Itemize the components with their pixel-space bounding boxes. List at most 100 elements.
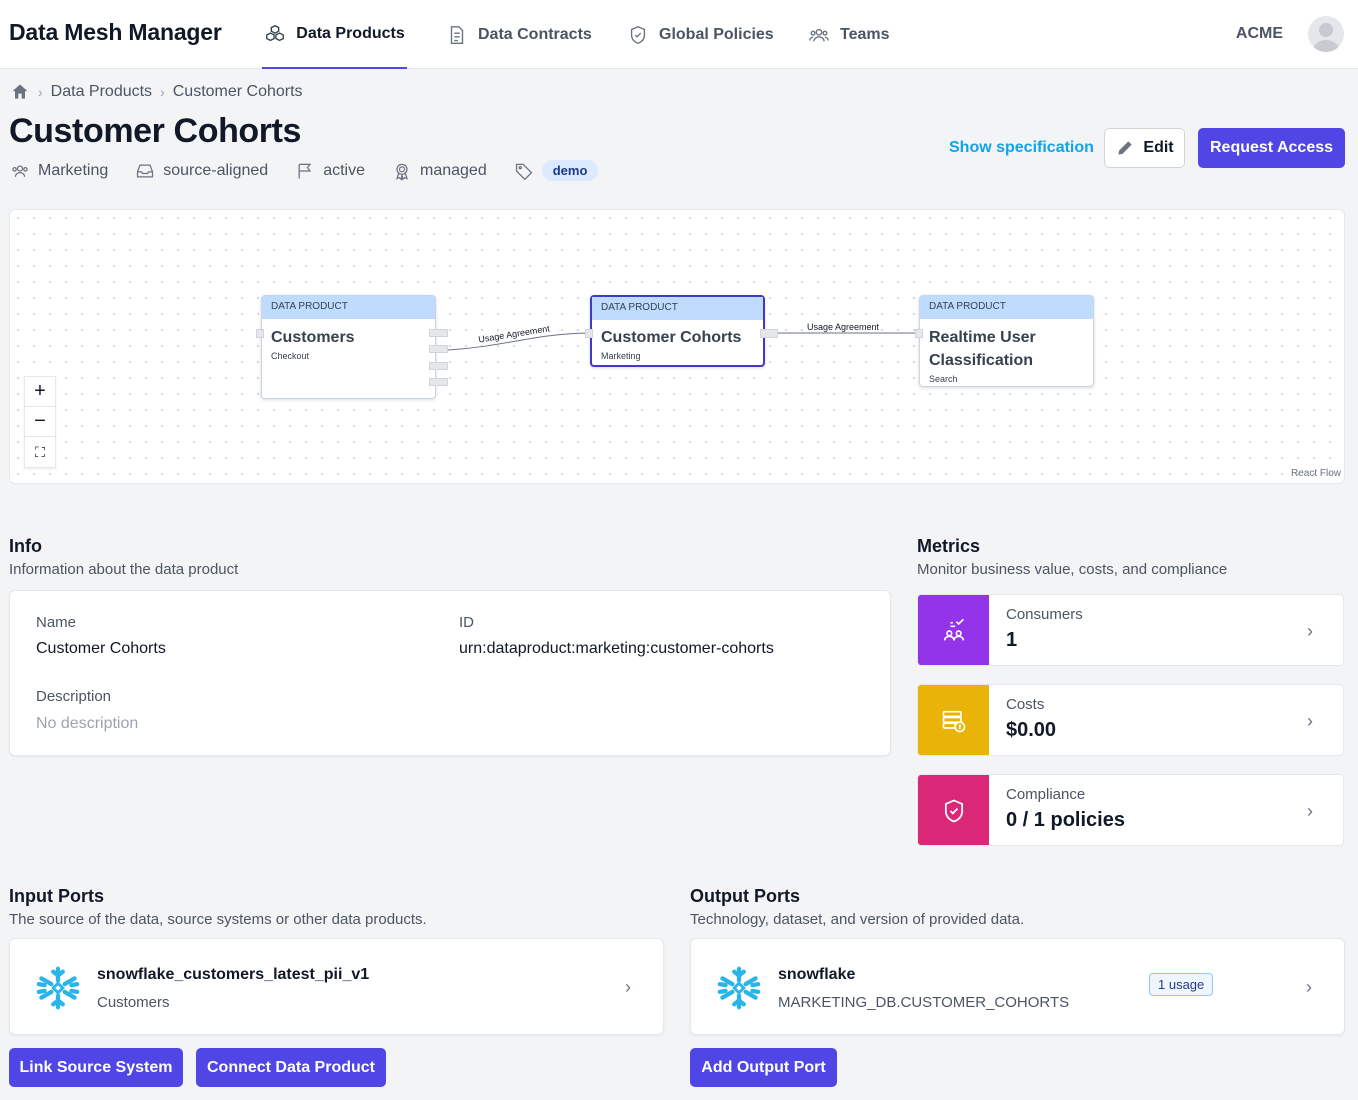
user-avatar-icon xyxy=(1312,23,1340,52)
input-ports-subtitle: The source of the data, source systems o… xyxy=(9,911,427,928)
top-nav: Data Mesh Manager Data Products Data Con… xyxy=(0,0,1358,69)
consumers-icon xyxy=(918,595,989,665)
app-title[interactable]: Data Mesh Manager xyxy=(9,19,222,46)
node-title: Customers xyxy=(271,329,355,346)
metric-label: Compliance xyxy=(1006,786,1086,803)
pencil-icon xyxy=(1118,141,1133,155)
page-title: Customer Cohorts xyxy=(9,112,302,150)
chevron-right-icon: › xyxy=(160,84,165,100)
type-tag: source-aligned xyxy=(135,161,268,181)
info-card: Name Customer Cohorts ID urn:dataproduct… xyxy=(9,590,891,756)
inbox-icon xyxy=(137,164,154,177)
id-label: ID xyxy=(459,614,474,631)
metric-consumers[interactable]: Consumers 1 › xyxy=(917,594,1344,666)
tag-row: Marketing source-aligned active managed … xyxy=(10,160,625,181)
badge-icon xyxy=(396,163,408,181)
fit-view-button[interactable]: ⛶ xyxy=(25,437,55,467)
output-port-card[interactable]: snowflake MARKETING_DB.CUSTOMER_COHORTS … xyxy=(690,938,1345,1035)
request-access-button[interactable]: Request Access xyxy=(1198,128,1345,168)
input-port-card[interactable]: snowflake_customers_latest_pii_v1 Custom… xyxy=(9,938,664,1035)
metric-compliance[interactable]: Compliance 0 / 1 policies › xyxy=(917,774,1344,846)
node-handle[interactable] xyxy=(429,362,448,370)
shield-icon xyxy=(630,25,646,44)
home-icon[interactable] xyxy=(10,82,30,102)
metric-label: Consumers xyxy=(1006,606,1083,623)
breadcrumb-data-products[interactable]: Data Products xyxy=(51,83,152,101)
node-type: DATA PRODUCT xyxy=(262,296,435,319)
tab-data-contracts[interactable]: Data Contracts xyxy=(446,0,592,69)
org-name[interactable]: ACME xyxy=(1236,25,1283,43)
breadcrumb: › Data Products › Customer Cohorts xyxy=(10,82,303,102)
metric-value: 1 xyxy=(1006,629,1018,651)
node-type: DATA PRODUCT xyxy=(920,296,1093,319)
avatar[interactable] xyxy=(1308,16,1344,52)
snowflake-icon xyxy=(717,966,761,1010)
node-handle[interactable] xyxy=(915,329,923,338)
cubes-icon xyxy=(266,24,285,41)
compliance-shield-icon xyxy=(918,775,989,845)
usage-badge[interactable]: 1 usage xyxy=(1149,973,1214,996)
connect-data-product-button[interactable]: Connect Data Product xyxy=(196,1048,386,1087)
zoom-out-button[interactable]: − xyxy=(25,407,55,437)
flow-node-selected[interactable]: DATA PRODUCT Customer Cohorts Marketing xyxy=(590,295,765,367)
edit-button-label: Edit xyxy=(1143,139,1174,156)
metric-value: 0 / 1 policies xyxy=(1006,809,1125,831)
tab-data-products[interactable]: Data Products xyxy=(262,0,407,69)
tab-teams[interactable]: Teams xyxy=(808,0,890,69)
tab-label: Global Policies xyxy=(659,25,774,43)
node-handle[interactable] xyxy=(760,329,778,338)
chevron-right-icon: › xyxy=(625,977,631,997)
node-title: Customer Cohorts xyxy=(601,329,742,346)
flag-icon xyxy=(298,163,312,178)
name-value: Customer Cohorts xyxy=(36,640,166,657)
node-handle[interactable] xyxy=(429,329,448,337)
team-tag[interactable]: Marketing xyxy=(10,161,108,181)
chevron-right-icon: › xyxy=(1307,711,1313,731)
node-handle[interactable] xyxy=(429,345,448,353)
type-tag-label: source-aligned xyxy=(163,161,269,179)
metrics-subtitle: Monitor business value, costs, and compl… xyxy=(917,561,1228,578)
zoom-controls: + − ⛶ xyxy=(24,376,56,468)
label-tag: demo xyxy=(514,160,599,181)
info-title: Info xyxy=(9,536,42,556)
users-icon xyxy=(12,164,28,177)
zoom-in-button[interactable]: + xyxy=(25,377,55,407)
tab-global-policies[interactable]: Global Policies xyxy=(627,0,774,69)
add-output-port-button[interactable]: Add Output Port xyxy=(690,1048,837,1087)
edit-button[interactable]: Edit xyxy=(1104,128,1185,168)
edge-label[interactable]: Usage Agreement xyxy=(807,322,880,332)
team-tag-label: Marketing xyxy=(38,161,109,179)
node-handle[interactable] xyxy=(585,329,593,338)
tag-icon xyxy=(515,163,533,180)
description-label: Description xyxy=(36,688,112,705)
metrics-title: Metrics xyxy=(917,536,981,556)
metric-costs[interactable]: Costs $0.00 › xyxy=(917,684,1344,756)
output-ports-subtitle: Technology, dataset, and version of prov… xyxy=(690,911,1025,928)
lineage-graph[interactable]: Usage Agreement Usage Agreement DATA PRO… xyxy=(9,209,1345,484)
demo-pill[interactable]: demo xyxy=(541,160,599,181)
costs-icon xyxy=(918,685,989,755)
port-subtitle: MARKETING_DB.CUSTOMER_COHORTS xyxy=(778,994,1070,1011)
mode-tag-label: managed xyxy=(420,161,487,179)
node-handle[interactable] xyxy=(256,329,264,338)
port-name: snowflake_customers_latest_pii_v1 xyxy=(97,966,370,983)
node-team: Marketing xyxy=(601,351,641,361)
users-icon xyxy=(809,28,829,41)
node-title: Realtime User Classification xyxy=(929,329,1036,369)
chevron-right-icon: › xyxy=(38,84,43,100)
tab-label: Data Contracts xyxy=(478,25,592,43)
link-source-system-button[interactable]: Link Source System xyxy=(9,1048,183,1087)
output-ports-title: Output Ports xyxy=(690,886,800,906)
snowflake-icon xyxy=(36,966,80,1010)
breadcrumb-current[interactable]: Customer Cohorts xyxy=(173,83,303,101)
flow-node[interactable]: DATA PRODUCT Customers Checkout xyxy=(261,295,436,399)
chevron-right-icon: › xyxy=(1306,977,1312,997)
show-specification-link[interactable]: Show specification xyxy=(949,139,1094,157)
node-handle[interactable] xyxy=(429,378,448,386)
react-flow-attribution[interactable]: React Flow xyxy=(1291,468,1341,479)
chevron-right-icon: › xyxy=(1307,801,1313,821)
name-label: Name xyxy=(36,614,77,631)
tab-label: Teams xyxy=(840,25,890,43)
node-team: Checkout xyxy=(271,351,310,361)
flow-node[interactable]: DATA PRODUCT Realtime User Classificatio… xyxy=(919,295,1094,387)
